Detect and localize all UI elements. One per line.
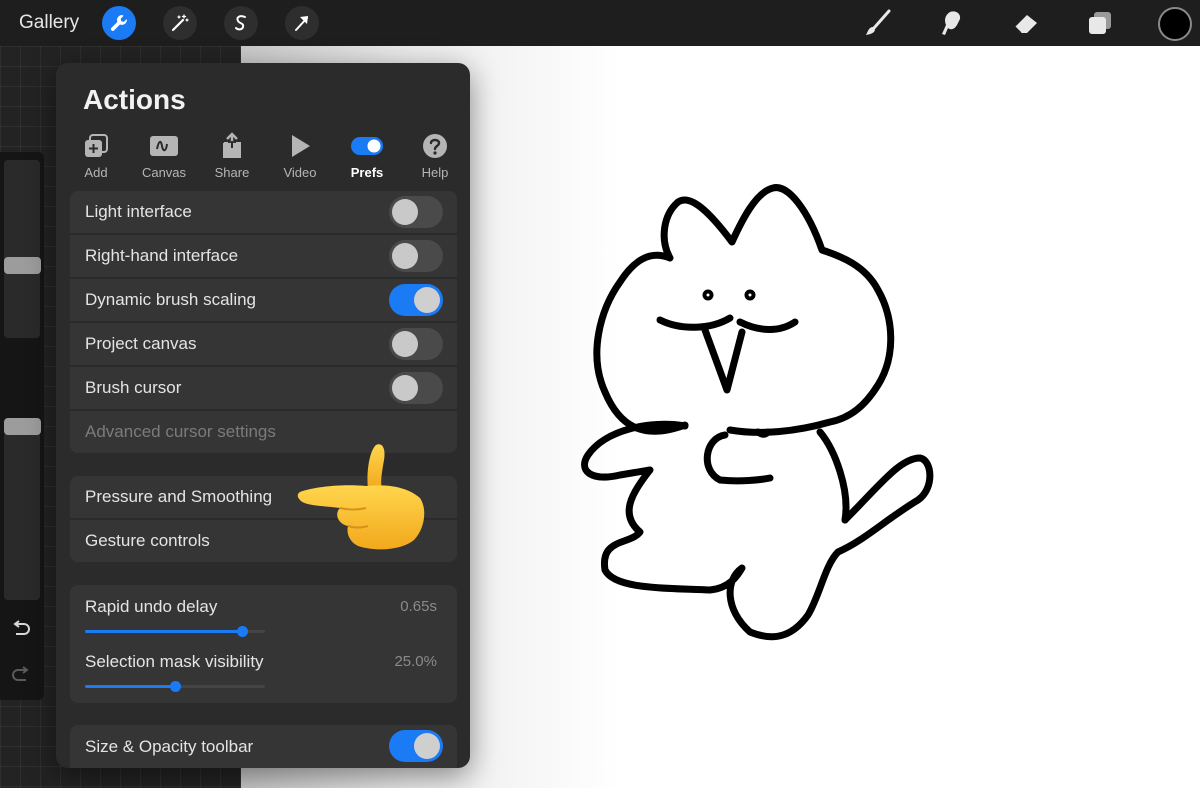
toggle-label: Project canvas xyxy=(85,334,197,353)
toggle-label: Brush cursor xyxy=(85,378,182,397)
size-opacity-toolbar-row[interactable]: Size & Opacity toolbar xyxy=(70,725,457,768)
tab-prefs[interactable]: Prefs xyxy=(337,131,397,180)
selection-mask-visibility-label: Selection mask visibility xyxy=(85,652,264,671)
size-opacity-toolbar-toggle[interactable] xyxy=(389,730,443,762)
tab-label: Share xyxy=(214,165,250,180)
project-canvas-toggle[interactable] xyxy=(389,328,443,360)
tab-label: Help xyxy=(421,165,449,180)
slider-fill xyxy=(85,685,175,688)
tab-share[interactable]: Share xyxy=(202,131,262,180)
dynamic-brush-scaling-row[interactable]: Dynamic brush scaling xyxy=(70,279,457,321)
brush-opacity-slider[interactable] xyxy=(4,432,40,600)
cat-drawing xyxy=(581,184,934,641)
transform-arrow-icon[interactable] xyxy=(285,6,319,40)
tab-label: Add xyxy=(84,165,108,180)
gesture-controls-label: Gesture controls xyxy=(85,531,210,550)
brush-cursor-toggle[interactable] xyxy=(389,372,443,404)
tab-help[interactable]: Help xyxy=(405,131,465,180)
selection-mask-visibility-value: 25.0% xyxy=(394,653,437,670)
tab-add[interactable]: Add xyxy=(66,131,126,180)
slider-thumb[interactable] xyxy=(236,626,248,637)
selection-mask-visibility-slider[interactable] xyxy=(85,681,265,692)
undo-icon[interactable] xyxy=(10,618,32,640)
top-toolbar: Gallery xyxy=(0,0,1200,46)
eraser-icon[interactable] xyxy=(1010,7,1042,39)
tab-video[interactable]: Video xyxy=(270,131,330,180)
toggle-label: Light interface xyxy=(85,202,192,221)
add-icon xyxy=(66,131,126,161)
light-interface-toggle[interactable] xyxy=(389,196,443,228)
pressure-and-smoothing-label: Pressure and Smoothing xyxy=(85,487,273,506)
brush-size-slider-thumb[interactable] xyxy=(4,256,41,274)
project-canvas-row[interactable]: Project canvas xyxy=(70,323,457,365)
slider-thumb[interactable] xyxy=(170,681,181,692)
slider-fill xyxy=(85,630,242,633)
tab-label: Prefs xyxy=(350,165,384,180)
rapid-undo-delay-value: 0.65s xyxy=(400,598,437,615)
panel-title: Actions xyxy=(83,84,186,115)
advanced-cursor-settings-label: Advanced cursor settings xyxy=(85,422,276,441)
color-picker-swatch[interactable] xyxy=(1158,7,1192,41)
sliders-group: Rapid undo delay 0.65s Selection mask vi… xyxy=(70,585,457,703)
redo-icon[interactable] xyxy=(10,664,32,686)
gallery-button[interactable]: Gallery xyxy=(19,12,79,34)
pointing-hand-emoji xyxy=(297,444,425,550)
brush-size-slider[interactable] xyxy=(4,160,40,338)
brush-icon[interactable] xyxy=(862,7,894,39)
share-icon xyxy=(202,131,262,161)
right-hand-interface-row[interactable]: Right-hand interface xyxy=(70,235,457,277)
tab-canvas[interactable]: Canvas xyxy=(134,131,194,180)
dynamic-brush-scaling-toggle[interactable] xyxy=(389,284,443,316)
tab-label: Canvas xyxy=(141,165,187,180)
prefs-toggle-icon xyxy=(337,131,397,161)
brush-opacity-slider-thumb[interactable] xyxy=(4,417,41,435)
brush-cursor-row[interactable]: Brush cursor xyxy=(70,367,457,409)
toggle-label: Right-hand interface xyxy=(85,246,239,265)
toggle-label: Dynamic brush scaling xyxy=(85,290,257,309)
selection-s-icon[interactable] xyxy=(224,6,258,40)
video-play-icon xyxy=(270,131,330,161)
magic-wand-icon[interactable] xyxy=(163,6,197,40)
layers-icon[interactable] xyxy=(1084,7,1116,39)
toggle-label: Size & Opacity toolbar xyxy=(85,736,254,756)
tab-label: Video xyxy=(283,165,317,180)
rapid-undo-delay-slider[interactable] xyxy=(85,626,265,637)
canvas-icon xyxy=(134,131,194,161)
right-hand-interface-toggle[interactable] xyxy=(389,240,443,272)
actions-panel: Actions Add Canvas Share Video Prefs Hel xyxy=(56,63,470,768)
rapid-undo-delay-label: Rapid undo delay xyxy=(85,597,218,616)
smudge-icon[interactable] xyxy=(936,7,968,39)
light-interface-row[interactable]: Light interface xyxy=(70,191,457,233)
wrench-icon[interactable] xyxy=(102,6,136,40)
side-slider-bar xyxy=(0,152,44,700)
help-icon xyxy=(405,131,465,161)
